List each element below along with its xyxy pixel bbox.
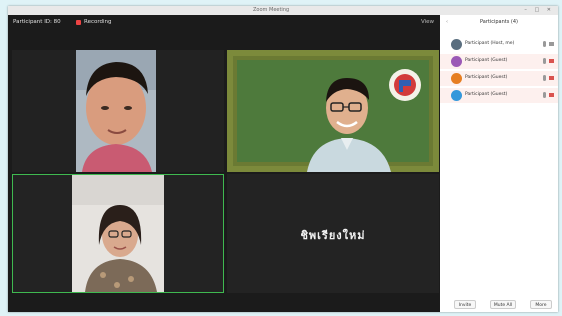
microphone-icon[interactable] xyxy=(543,92,546,98)
participant-row[interactable]: Participant (Host, me) xyxy=(440,37,558,52)
participant-row[interactable]: Participant (Guest) xyxy=(440,88,558,103)
participants-title: Participants (4) xyxy=(479,19,519,25)
video-tile-2[interactable] xyxy=(227,50,439,172)
avatar xyxy=(451,73,462,84)
meeting-topbar: Participant ID: 80 Recording View xyxy=(8,15,440,29)
participants-footer: Invite Mute All More xyxy=(440,300,558,312)
recording-icon xyxy=(76,20,81,25)
participant-row[interactable]: Participant (Guest) xyxy=(440,54,558,69)
camera-icon[interactable] xyxy=(549,42,554,46)
zoom-window: Zoom Meeting – □ ✕ Participant ID: 80 Re… xyxy=(8,6,558,312)
participant-video-2 xyxy=(227,50,439,172)
invite-button[interactable]: Invite xyxy=(454,300,476,309)
microphone-icon[interactable] xyxy=(543,58,546,64)
participant-row-name: Participant (Guest) xyxy=(465,58,508,63)
view-button[interactable]: View xyxy=(421,18,434,26)
participant-display-name: ชิพเรียงใหม่ xyxy=(300,229,366,242)
title-bar: Zoom Meeting – □ ✕ xyxy=(8,6,558,15)
video-area: Participant ID: 80 Recording View ชิพเรี… xyxy=(8,15,440,312)
microphone-icon[interactable] xyxy=(543,75,546,81)
video-tile-3[interactable] xyxy=(12,174,224,293)
camera-off-icon[interactable] xyxy=(549,93,554,97)
mute-all-button[interactable]: Mute All xyxy=(490,300,516,309)
camera-off-icon[interactable] xyxy=(549,59,554,63)
participants-list: Participant (Host, me) Participant (Gues… xyxy=(440,37,558,105)
avatar xyxy=(451,90,462,101)
meeting-info[interactable]: Participant ID: 80 xyxy=(13,18,61,26)
avatar xyxy=(451,56,462,67)
participants-panel: ‹ Participants (4) Participant (Host, me… xyxy=(440,15,558,312)
participant-row-name: Participant (Guest) xyxy=(465,92,508,97)
participant-row-name: Participant (Host, me) xyxy=(465,41,515,46)
recording-label[interactable]: Recording xyxy=(84,18,112,26)
participant-video-3 xyxy=(13,175,223,292)
avatar xyxy=(451,39,462,50)
participant-video-1 xyxy=(12,50,224,172)
window-controls[interactable]: – □ ✕ xyxy=(524,6,554,15)
microphone-icon[interactable] xyxy=(543,41,546,47)
video-tile-1[interactable] xyxy=(12,50,224,172)
participant-row[interactable]: Participant (Guest) xyxy=(440,71,558,86)
video-tile-4[interactable]: ชิพเรียงใหม่ xyxy=(227,174,439,293)
window-title: Zoom Meeting xyxy=(253,7,290,13)
more-button[interactable]: More xyxy=(530,300,552,309)
camera-off-icon[interactable] xyxy=(549,76,554,80)
participant-row-name: Participant (Guest) xyxy=(465,75,508,80)
